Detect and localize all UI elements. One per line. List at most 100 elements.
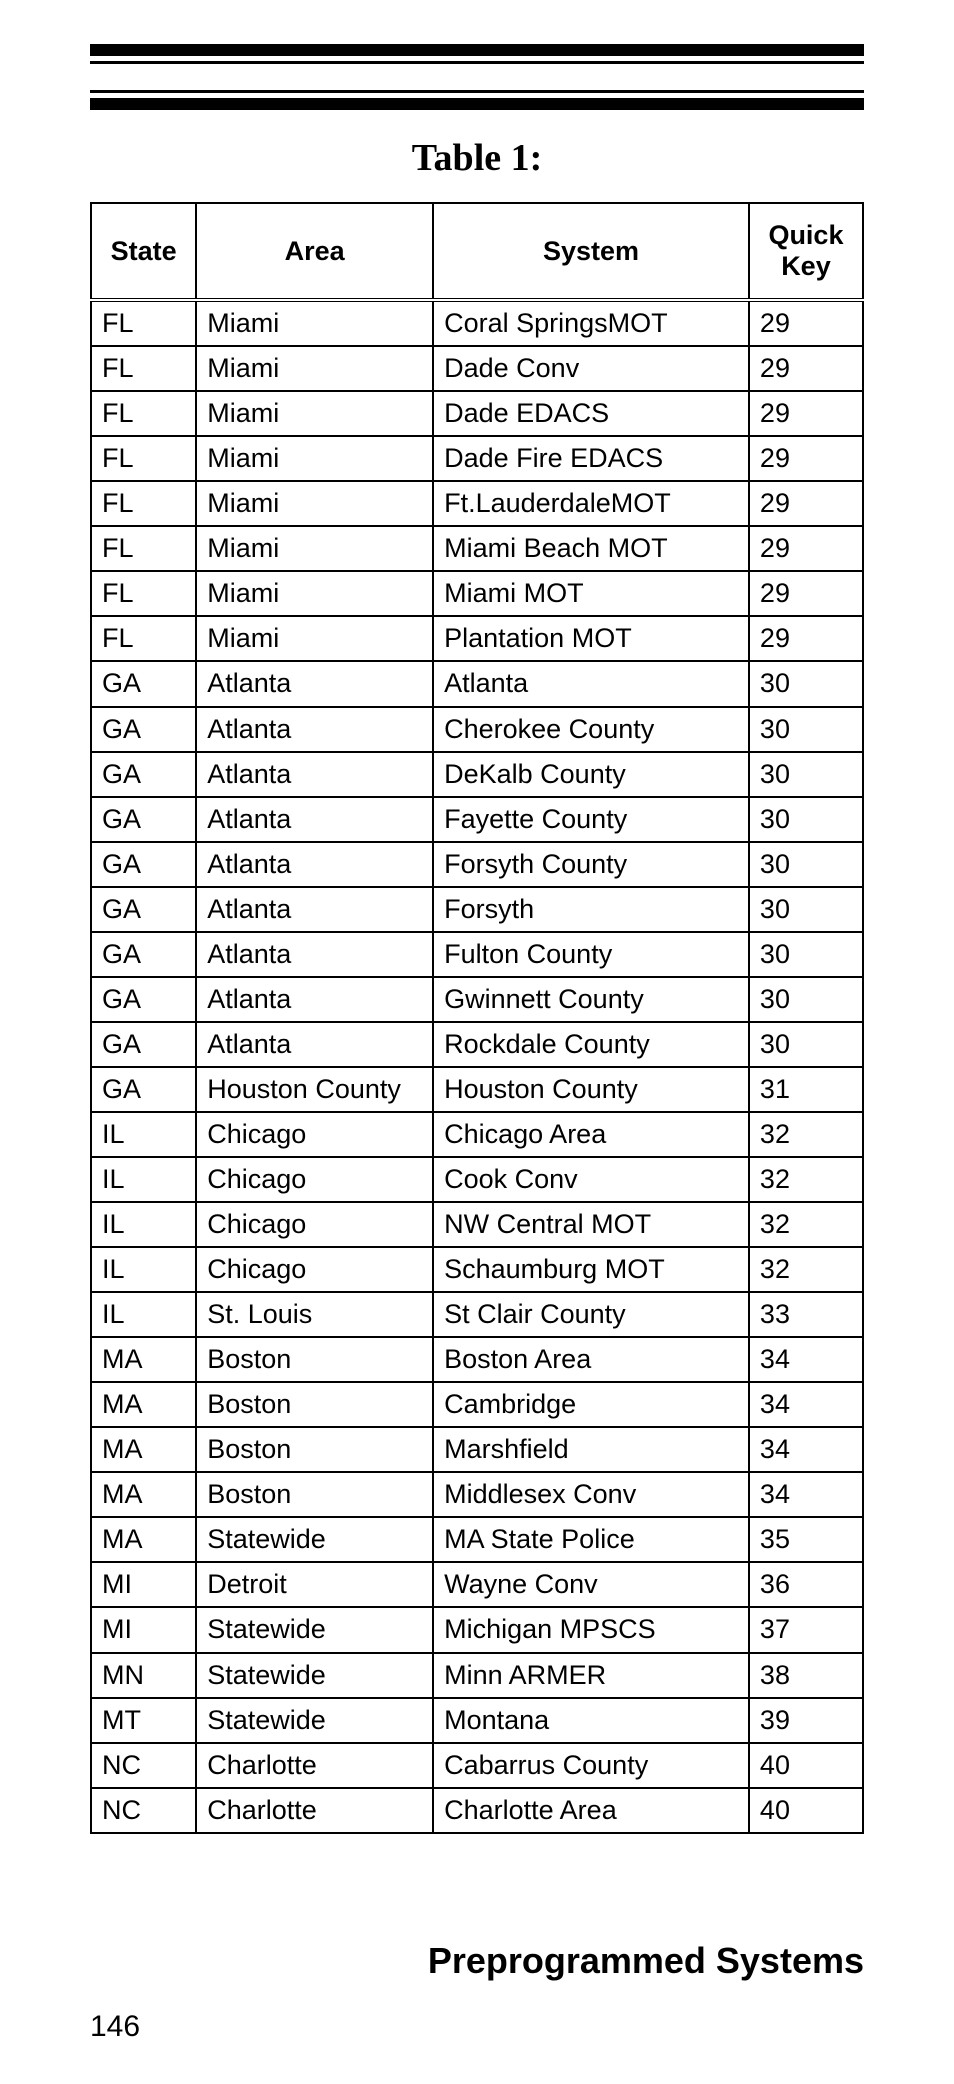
cell-system: Forsyth	[433, 887, 749, 932]
cell-area: Atlanta	[196, 752, 433, 797]
cell-area: Statewide	[196, 1653, 433, 1698]
page-number: 146	[90, 2010, 864, 2044]
cell-quick-key: 34	[749, 1337, 863, 1382]
cell-area: Houston County	[196, 1067, 433, 1112]
table-row: MAStatewideMA State Police35	[91, 1517, 863, 1562]
cell-system: Michigan MPSCS	[433, 1607, 749, 1652]
table-row: MIStatewideMichigan MPSCS37	[91, 1607, 863, 1652]
cell-system: NW Central MOT	[433, 1202, 749, 1247]
cell-quick-key: 30	[749, 752, 863, 797]
table-row: FLMiamiMiami MOT29	[91, 571, 863, 616]
cell-state: FL	[91, 526, 196, 571]
cell-quick-key: 30	[749, 1022, 863, 1067]
data-table: State Area System Quick Key FLMiamiCoral…	[90, 202, 864, 1834]
cell-system: Boston Area	[433, 1337, 749, 1382]
cell-area: Miami	[196, 391, 433, 436]
column-header-quick-key: Quick Key	[749, 203, 863, 300]
cell-quick-key: 29	[749, 571, 863, 616]
table-row: NCCharlotteCabarrus County40	[91, 1743, 863, 1788]
cell-quick-key: 40	[749, 1743, 863, 1788]
cell-system: Montana	[433, 1698, 749, 1743]
cell-system: Ft.LauderdaleMOT	[433, 481, 749, 526]
cell-quick-key: 32	[749, 1247, 863, 1292]
cell-state: GA	[91, 752, 196, 797]
cell-area: Atlanta	[196, 661, 433, 706]
table-row: GAAtlantaFayette County30	[91, 797, 863, 842]
table-row: ILSt. LouisSt Clair County33	[91, 1292, 863, 1337]
table-row: MNStatewideMinn ARMER38	[91, 1653, 863, 1698]
cell-system: Houston County	[433, 1067, 749, 1112]
cell-quick-key: 29	[749, 436, 863, 481]
cell-system: St Clair County	[433, 1292, 749, 1337]
cell-system: Schaumburg MOT	[433, 1247, 749, 1292]
cell-area: Miami	[196, 481, 433, 526]
cell-state: FL	[91, 346, 196, 391]
cell-area: Atlanta	[196, 707, 433, 752]
cell-area: Boston	[196, 1472, 433, 1517]
cell-state: GA	[91, 977, 196, 1022]
cell-state: IL	[91, 1157, 196, 1202]
section-title: Preprogrammed Systems	[90, 1940, 864, 1982]
cell-area: Atlanta	[196, 797, 433, 842]
cell-area: Atlanta	[196, 887, 433, 932]
table-row: GAAtlantaFulton County30	[91, 932, 863, 977]
cell-system: Coral SpringsMOT	[433, 300, 749, 346]
cell-quick-key: 29	[749, 481, 863, 526]
cell-area: Miami	[196, 300, 433, 346]
cell-area: Statewide	[196, 1607, 433, 1652]
cell-system: Cherokee County	[433, 707, 749, 752]
table-row: ILChicagoCook Conv32	[91, 1157, 863, 1202]
cell-system: Atlanta	[433, 661, 749, 706]
cell-state: GA	[91, 1022, 196, 1067]
cell-area: St. Louis	[196, 1292, 433, 1337]
cell-area: Boston	[196, 1382, 433, 1427]
table-row: MABostonMarshfield34	[91, 1427, 863, 1472]
cell-state: MT	[91, 1698, 196, 1743]
cell-state: FL	[91, 391, 196, 436]
cell-state: MI	[91, 1562, 196, 1607]
column-header-system: System	[433, 203, 749, 300]
table-row: GAAtlantaDeKalb County30	[91, 752, 863, 797]
cell-system: Dade EDACS	[433, 391, 749, 436]
cell-state: GA	[91, 661, 196, 706]
cell-area: Charlotte	[196, 1743, 433, 1788]
cell-quick-key: 32	[749, 1202, 863, 1247]
cell-state: GA	[91, 797, 196, 842]
cell-system: Dade Fire EDACS	[433, 436, 749, 481]
cell-state: MA	[91, 1337, 196, 1382]
cell-quick-key: 34	[749, 1427, 863, 1472]
table-row: MABostonMiddlesex Conv34	[91, 1472, 863, 1517]
cell-quick-key: 36	[749, 1562, 863, 1607]
table-row: MABostonCambridge34	[91, 1382, 863, 1427]
cell-state: NC	[91, 1788, 196, 1833]
cell-system: Cook Conv	[433, 1157, 749, 1202]
cell-area: Chicago	[196, 1247, 433, 1292]
cell-state: MI	[91, 1607, 196, 1652]
cell-state: MA	[91, 1472, 196, 1517]
column-header-area: Area	[196, 203, 433, 300]
cell-state: NC	[91, 1743, 196, 1788]
cell-area: Miami	[196, 346, 433, 391]
cell-state: MA	[91, 1427, 196, 1472]
table-title: Table 1:	[90, 136, 864, 180]
rule-thin	[90, 90, 864, 93]
cell-area: Miami	[196, 436, 433, 481]
cell-quick-key: 33	[749, 1292, 863, 1337]
cell-quick-key: 29	[749, 300, 863, 346]
cell-system: Rockdale County	[433, 1022, 749, 1067]
cell-system: Middlesex Conv	[433, 1472, 749, 1517]
cell-system: Wayne Conv	[433, 1562, 749, 1607]
table-row: ILChicagoNW Central MOT32	[91, 1202, 863, 1247]
table-row: FLMiamiFt.LauderdaleMOT29	[91, 481, 863, 526]
table-row: ILChicagoChicago Area32	[91, 1112, 863, 1157]
cell-area: Charlotte	[196, 1788, 433, 1833]
cell-quick-key: 30	[749, 797, 863, 842]
cell-area: Chicago	[196, 1202, 433, 1247]
cell-quick-key: 34	[749, 1382, 863, 1427]
cell-area: Boston	[196, 1427, 433, 1472]
cell-system: Gwinnett County	[433, 977, 749, 1022]
table-row: NCCharlotteCharlotte Area40	[91, 1788, 863, 1833]
cell-state: MN	[91, 1653, 196, 1698]
cell-state: FL	[91, 481, 196, 526]
cell-state: GA	[91, 1067, 196, 1112]
